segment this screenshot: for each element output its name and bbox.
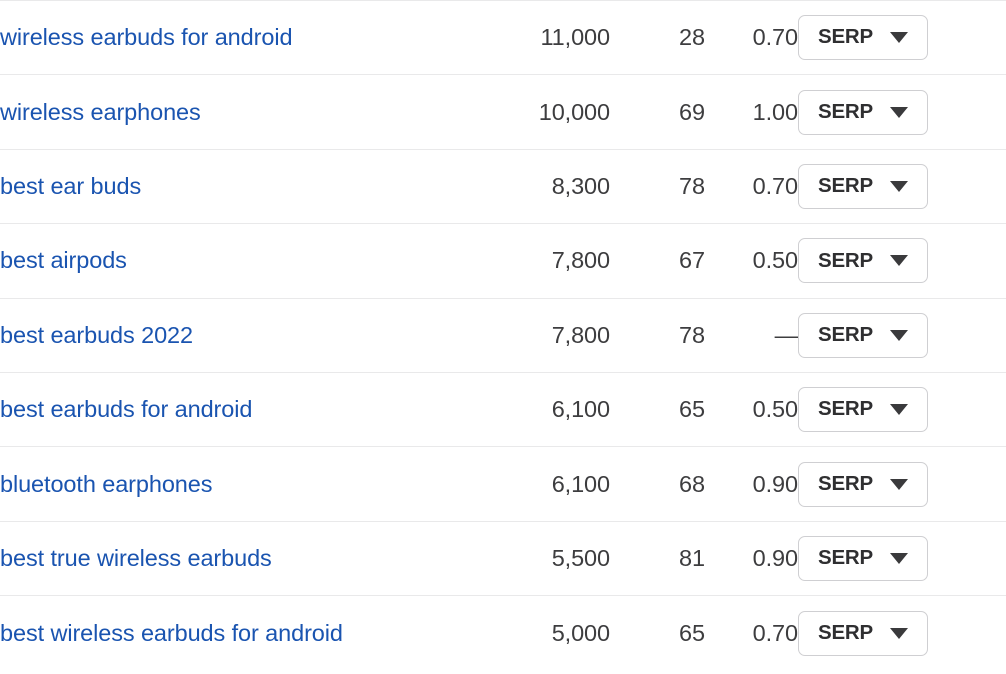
keyword-difficulty-value: 78 xyxy=(679,172,705,199)
keyword-link[interactable]: best earbuds 2022 xyxy=(0,322,193,349)
keyword-difficulty-value: 65 xyxy=(679,396,705,423)
serp-button-label: SERP xyxy=(817,174,874,198)
keyword-cell: best wireless earbuds for android xyxy=(0,596,466,670)
keyword-link[interactable]: best airpods xyxy=(0,247,127,274)
keyword-difficulty-value: 81 xyxy=(679,544,705,571)
table-row: wireless earphones 10,000 69 1.00 SERP xyxy=(0,74,1006,149)
serp-dropdown-button[interactable]: SERP xyxy=(798,238,928,284)
serp-button-label: SERP xyxy=(817,397,874,421)
keyword-link[interactable]: wireless earbuds for android xyxy=(0,24,293,51)
serp-cell: SERP xyxy=(798,149,1006,223)
keyword-cell: best true wireless earbuds xyxy=(0,521,466,595)
table-row: best true wireless earbuds 5,500 81 0.90 SER… xyxy=(0,521,1006,595)
keyword-cell: wireless earbuds for android xyxy=(0,1,466,75)
serp-button-label: SERP xyxy=(817,620,874,644)
volume-value: 7,800 xyxy=(551,247,610,274)
keyword-cell: best airpods xyxy=(0,224,466,298)
serp-cell: SERP xyxy=(798,521,1006,595)
cpc-value: 0.70 xyxy=(752,172,798,199)
keyword-link[interactable]: best earbuds for android xyxy=(0,396,252,423)
serp-button-label: SERP xyxy=(817,248,874,272)
keyword-difficulty-value: 28 xyxy=(679,24,705,51)
serp-dropdown-button[interactable]: SERP xyxy=(798,535,928,581)
serp-button-label: SERP xyxy=(817,25,874,49)
keyword-difficulty-value: 68 xyxy=(679,470,705,497)
table-row: best earbuds 2022 7,800 78 — SERP xyxy=(0,298,1006,372)
table-row: wireless earbuds for android 11,000 28 0.70… xyxy=(0,0,1006,75)
chevron-down-icon xyxy=(890,478,909,490)
keyword-link[interactable]: wireless earphones xyxy=(0,99,201,126)
table-row: bluetooth earphones 6,100 68 0.90 SERP xyxy=(0,446,1006,521)
chevron-down-icon xyxy=(890,404,909,416)
chevron-down-icon xyxy=(890,627,909,639)
chevron-down-icon xyxy=(890,552,909,564)
serp-cell: SERP xyxy=(798,447,1006,521)
serp-dropdown-button[interactable]: SERP xyxy=(798,312,928,358)
table-row: best ear buds 8,300 78 0.70 SERP xyxy=(0,149,1006,223)
serp-dropdown-button[interactable]: SERP xyxy=(798,15,928,61)
keyword-cell: best earbuds 2022 xyxy=(0,298,466,372)
table-row: best wireless earbuds for android 5,000 65… xyxy=(0,595,1006,670)
table-row: best airpods 7,800 67 0.50 SERP xyxy=(0,223,1006,298)
keyword-difficulty-value: 67 xyxy=(679,247,705,274)
volume-value: 6,100 xyxy=(551,470,610,497)
serp-button-label: SERP xyxy=(817,99,874,123)
keyword-results-table: wireless earbuds for android 11,000 28 0.70… xyxy=(0,0,1006,670)
cpc-value: 0.70 xyxy=(752,619,798,646)
serp-dropdown-button[interactable]: SERP xyxy=(798,610,928,656)
chevron-down-icon xyxy=(890,255,909,267)
serp-cell: SERP xyxy=(798,372,1006,446)
serp-cell: SERP xyxy=(798,596,1006,670)
volume-value: 11,000 xyxy=(540,24,610,51)
keyword-difficulty-value: 65 xyxy=(679,619,705,646)
volume-value: 5,000 xyxy=(551,619,610,646)
keyword-link[interactable]: best wireless earbuds for android xyxy=(0,620,343,647)
serp-dropdown-button[interactable]: SERP xyxy=(798,387,928,433)
keyword-difficulty-value: 69 xyxy=(679,98,705,125)
serp-cell: SERP xyxy=(798,224,1006,298)
cpc-value: 0.90 xyxy=(752,544,798,571)
serp-dropdown-button[interactable]: SERP xyxy=(798,89,928,135)
keyword-cell: wireless earphones xyxy=(0,75,466,149)
cpc-value: — xyxy=(774,321,799,348)
cpc-value: 0.50 xyxy=(752,247,798,274)
cpc-value: 1.00 xyxy=(752,98,798,125)
keyword-cell: best earbuds for android xyxy=(0,372,466,446)
cpc-value: 0.50 xyxy=(752,396,798,423)
keyword-difficulty-value: 78 xyxy=(679,321,705,348)
keyword-cell: best ear buds xyxy=(0,149,466,223)
cpc-value: 0.70 xyxy=(752,24,798,51)
keyword-link[interactable]: best true wireless earbuds xyxy=(0,545,272,572)
serp-cell: SERP xyxy=(798,75,1006,149)
serp-button-label: SERP xyxy=(817,323,874,346)
keyword-table-body: wireless earbuds for android 11,000 28 0.70… xyxy=(0,0,1006,671)
chevron-down-icon xyxy=(890,106,909,118)
volume-value: 6,100 xyxy=(551,396,610,423)
serp-button-label: SERP xyxy=(817,546,874,570)
serp-dropdown-button[interactable]: SERP xyxy=(798,163,928,209)
serp-cell: SERP xyxy=(798,298,1006,372)
volume-value: 8,300 xyxy=(551,172,610,199)
volume-value: 7,800 xyxy=(551,321,610,348)
volume-value: 10,000 xyxy=(538,98,610,125)
keyword-link[interactable]: best ear buds xyxy=(0,173,141,200)
keyword-link[interactable]: bluetooth earphones xyxy=(0,471,212,498)
volume-value: 5,500 xyxy=(551,544,610,571)
chevron-down-icon xyxy=(890,32,909,44)
chevron-down-icon xyxy=(890,329,909,341)
serp-button-label: SERP xyxy=(817,471,874,495)
keyword-cell: bluetooth earphones xyxy=(0,447,466,521)
serp-cell: SERP xyxy=(798,1,1006,75)
table-row: best earbuds for android 6,100 65 0.50 SERP xyxy=(0,372,1006,446)
cpc-value: 0.90 xyxy=(752,470,798,497)
serp-dropdown-button[interactable]: SERP xyxy=(798,461,928,507)
chevron-down-icon xyxy=(890,180,909,192)
